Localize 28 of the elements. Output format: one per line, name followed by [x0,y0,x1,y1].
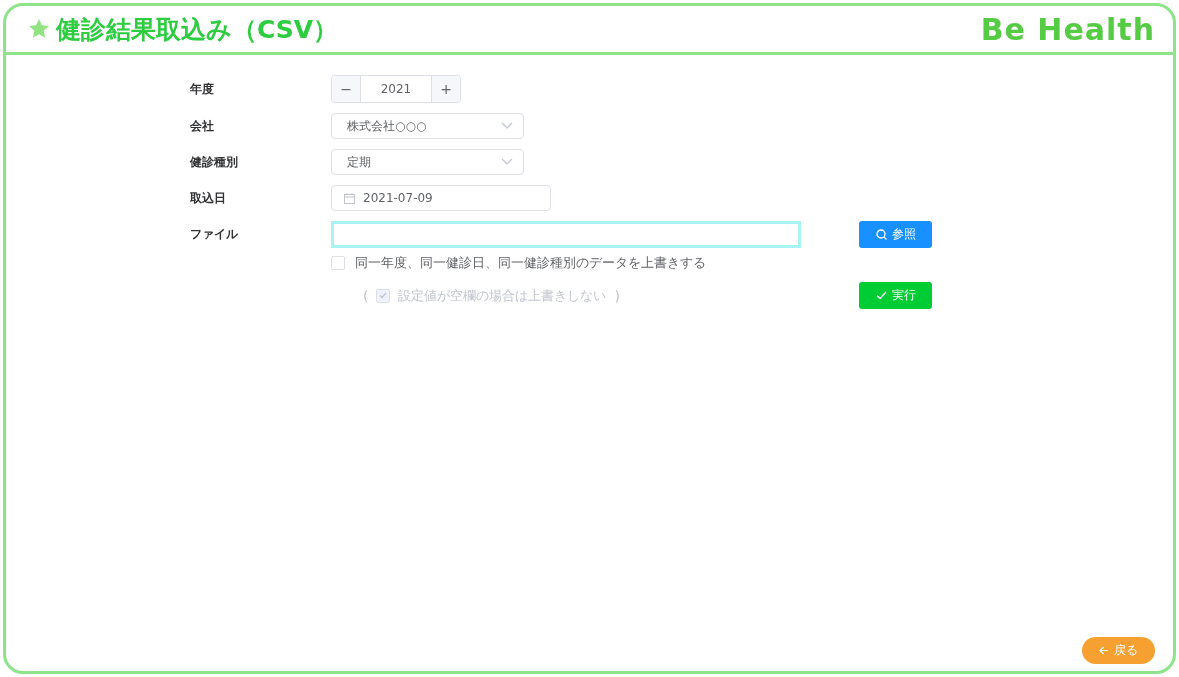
check-icon [875,291,887,300]
overwrite-checkbox[interactable] [331,256,345,270]
checkbox-label: 設定値が空欄の場合は上書きしない [398,286,607,305]
field-label: 取込日 [190,189,227,207]
year-value[interactable]: 2021 [361,76,431,102]
decrement-button[interactable]: − [332,76,361,102]
browse-button[interactable]: 参照 [859,221,932,248]
field-label: 会社 [190,117,215,135]
page-title: 健診結果取込み（CSV） [56,13,339,46]
chevron-down-icon [501,122,513,130]
field-label: 健診種別 [190,153,239,171]
star-icon [28,18,50,40]
parenthesis: ) [614,287,620,304]
search-icon [875,229,887,240]
parenthesis: ( [363,287,369,304]
exam-type-select[interactable]: 定期 [331,149,524,175]
field-label: 年度 [190,80,215,98]
increment-button[interactable]: + [431,76,460,102]
checkbox-label: 同一年度、同一健診日、同一健診種別のデータを上書きする [355,254,706,272]
company-select[interactable]: 株式会社○○○ [331,113,524,139]
field-label: ファイル [190,226,239,243]
logo: Be Health [980,11,1155,47]
file-field[interactable] [331,221,801,248]
date-field[interactable]: 2021-07-09 [331,185,551,211]
chevron-down-icon [501,158,513,166]
arrow-left-icon [1099,646,1109,655]
calendar-icon [344,192,355,204]
check-icon [379,292,388,299]
